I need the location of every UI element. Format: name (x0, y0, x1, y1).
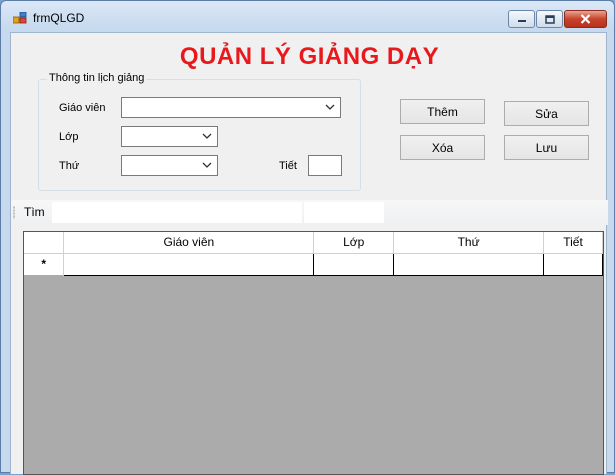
search-toolstrip: Tìm (11, 200, 608, 225)
grid-corner-header[interactable] (24, 232, 65, 254)
grid-table: Giáo viên Lớp Thứ Tiết * (24, 232, 603, 276)
class-label: Lớp (59, 131, 79, 143)
add-button[interactable]: Thêm (400, 99, 485, 124)
close-button[interactable] (564, 10, 607, 28)
day-combobox[interactable] (121, 155, 218, 176)
page-title: QUẢN LÝ GIẢNG DẠY (179, 43, 440, 70)
minimize-icon (517, 20, 526, 22)
column-header-teacher[interactable]: Giáo viên (63, 232, 315, 254)
window-title: frmQLGD (33, 11, 85, 25)
table-row: * (24, 252, 603, 276)
teacher-combobox[interactable] (121, 97, 341, 118)
maximize-icon (544, 14, 555, 24)
minimize-button[interactable] (508, 10, 535, 28)
new-row-marker[interactable]: * (24, 253, 65, 275)
cell-day[interactable] (393, 252, 545, 276)
cell-teacher[interactable] (63, 252, 315, 276)
delete-button[interactable]: Xóa (400, 135, 485, 160)
app-icon (13, 12, 27, 24)
column-header-class[interactable]: Lớp (313, 232, 395, 254)
cell-period[interactable] (543, 252, 603, 276)
maximize-button[interactable] (536, 10, 563, 28)
column-header-day[interactable]: Thứ (393, 232, 545, 254)
search-label: Tìm (24, 205, 45, 219)
toolstrip-grip[interactable] (13, 206, 15, 219)
title-bar[interactable]: frmQLGD (1, 1, 614, 31)
edit-button[interactable]: Sửa (504, 101, 589, 126)
day-label: Thứ (59, 160, 80, 172)
close-icon (580, 14, 591, 24)
schedule-info-group: Thông tin lịch giảng Giáo viên Lớp Thứ T… (38, 72, 361, 191)
grid-header-row: Giáo viên Lớp Thứ Tiết (24, 232, 603, 254)
search-input-secondary[interactable] (304, 202, 384, 223)
period-textbox[interactable] (308, 155, 342, 176)
form-client-area: QUẢN LÝ GIẢNG DẠY Thông tin lịch giảng G… (10, 32, 608, 475)
teacher-label: Giáo viên (59, 102, 106, 114)
chevron-down-icon (325, 104, 335, 110)
main-window: frmQLGD QUẢN LÝ GIẢNG DẠY Thông tin lịch… (0, 0, 615, 475)
chevron-down-icon (202, 133, 212, 139)
chevron-down-icon (202, 162, 212, 168)
period-label: Tiết (279, 160, 297, 172)
save-button[interactable]: Lưu (504, 135, 589, 160)
search-input[interactable] (52, 202, 302, 223)
schedule-grid[interactable]: Giáo viên Lớp Thứ Tiết * (23, 231, 604, 475)
class-combobox[interactable] (121, 126, 218, 147)
cell-class[interactable] (313, 252, 395, 276)
group-legend: Thông tin lịch giảng (47, 72, 147, 84)
column-header-period[interactable]: Tiết (543, 232, 603, 254)
